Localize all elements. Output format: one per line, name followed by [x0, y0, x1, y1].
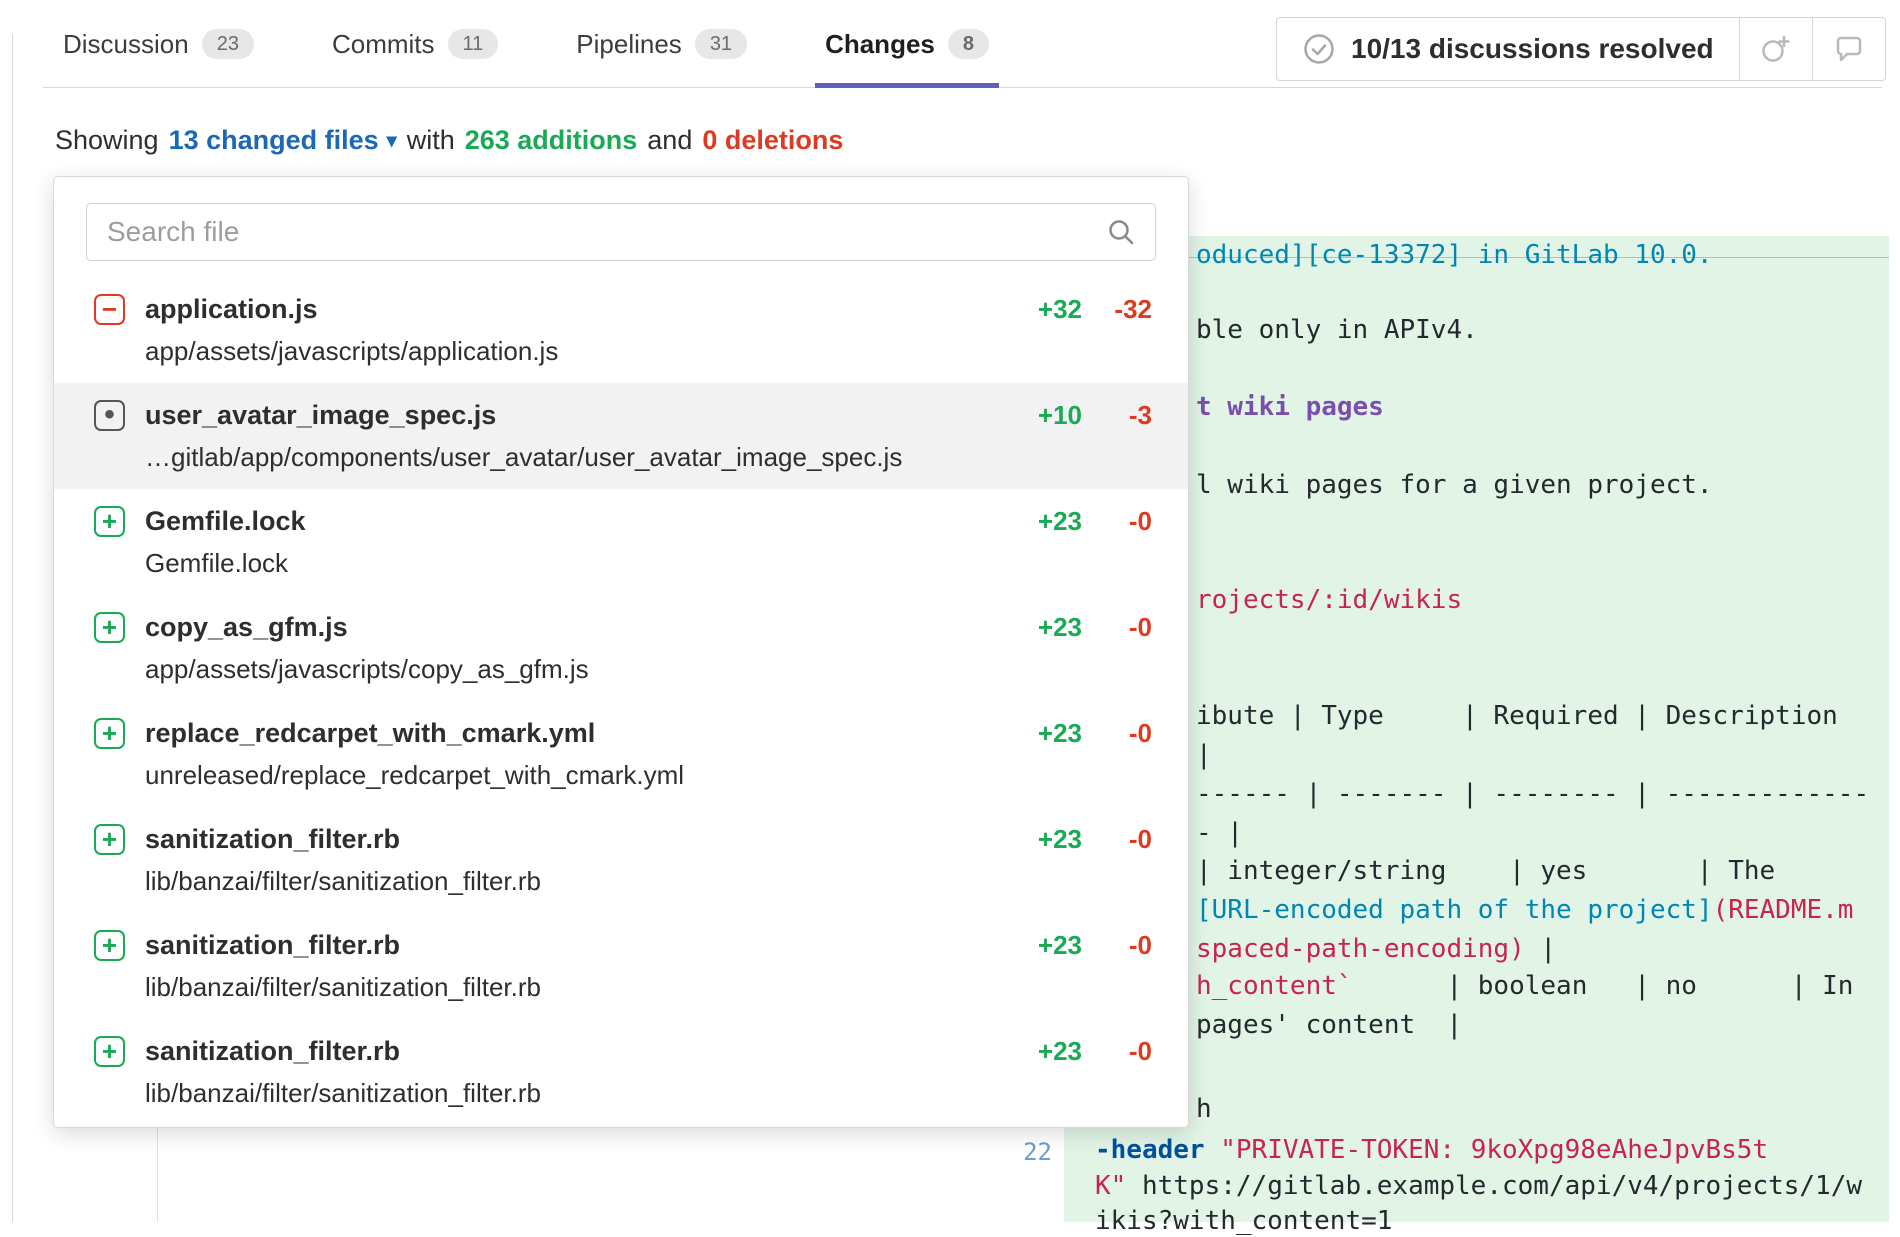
file-name: sanitization_filter.rb	[145, 824, 400, 855]
file-list-item[interactable]: + copy_as_gfm.js +23 -0 app/assets/javas…	[54, 595, 1188, 701]
file-list-item[interactable]: + sanitization_filter.rb +23 -0 lib/banz…	[54, 913, 1188, 1019]
file-name: sanitization_filter.rb	[145, 1036, 400, 1067]
file-list-item[interactable]: • user_avatar_image_spec.js +10 -3 …gitl…	[54, 383, 1188, 489]
diff-summary: Showing 13 changed files ▾ with 263 addi…	[55, 118, 843, 162]
file-status-icon: +	[94, 1036, 125, 1067]
diff-line-number[interactable]: 22	[980, 1138, 1052, 1166]
tab-changes-count-badge: 8	[948, 29, 989, 59]
tab-pipelines-count-badge: 31	[695, 29, 747, 59]
file-name: Gemfile.lock	[145, 506, 306, 537]
file-deletions-count: -0	[1094, 506, 1152, 537]
summary-showing: Showing	[55, 125, 159, 156]
file-deletions-count: -0	[1094, 930, 1152, 961]
file-additions-count: +23	[1016, 824, 1082, 855]
file-additions-count: +23	[1016, 612, 1082, 643]
file-status-icon: +	[94, 930, 125, 961]
discussions-resolved-text: 10/13 discussions resolved	[1351, 33, 1714, 65]
summary-deletions: 0 deletions	[702, 125, 843, 156]
file-additions-count: +23	[1016, 718, 1082, 749]
file-path: app/assets/javascripts/copy_as_gfm.js	[145, 649, 1152, 689]
changed-files-dropdown: − application.js +32 -32 app/assets/java…	[53, 176, 1189, 1128]
file-list-item[interactable]: + sanitization_filter.rb +23 -0 lib/banz…	[54, 1019, 1188, 1125]
file-additions-count: +23	[1016, 930, 1082, 961]
file-deletions-count: -0	[1094, 1036, 1152, 1067]
tab-commits[interactable]: Commits 11	[324, 0, 506, 88]
summary-and: and	[647, 125, 692, 156]
file-path: lib/banzai/filter/sanitization_filter.rb	[145, 967, 1152, 1007]
merge-request-tabs: Discussion 23 Commits 11 Pipelines 31 Ch…	[55, 0, 997, 88]
search-file-input[interactable]	[86, 203, 1156, 261]
tab-changes[interactable]: Changes 8	[817, 0, 997, 88]
file-additions-count: +23	[1016, 506, 1082, 537]
tab-commits-label: Commits	[332, 29, 435, 60]
caret-down-icon: ▾	[387, 128, 397, 153]
file-status-icon: +	[94, 612, 125, 643]
file-name: copy_as_gfm.js	[145, 612, 348, 643]
file-deletions-count: -32	[1094, 294, 1152, 325]
discussions-resolved-group: 10/13 discussions resolved	[1276, 17, 1886, 81]
file-additions-count: +32	[1016, 294, 1082, 325]
file-path: app/assets/javascripts/application.js	[145, 331, 1152, 371]
summary-with: with	[407, 125, 455, 156]
file-list-item[interactable]: + Gemfile.lock +23 -0 Gemfile.lock	[54, 489, 1188, 595]
changed-files-dropdown-toggle[interactable]: 13 changed files ▾	[169, 125, 397, 156]
file-name: replace_redcarpet_with_cmark.yml	[145, 718, 595, 749]
tab-pipelines[interactable]: Pipelines 31	[568, 0, 755, 88]
page-left-border	[12, 34, 13, 1222]
diff-pane-left-border	[157, 1128, 158, 1222]
file-list-item[interactable]: + replace_redcarpet_with_cmark.yml +23 -…	[54, 701, 1188, 807]
file-list-item[interactable]: − application.js +32 -32 app/assets/java…	[54, 277, 1188, 383]
resolve-in-new-issue-button[interactable]	[1740, 17, 1813, 81]
jump-to-next-discussion-button[interactable]	[1813, 17, 1886, 81]
file-deletions-count: -0	[1094, 824, 1152, 855]
tab-pipelines-label: Pipelines	[576, 29, 682, 60]
file-name: application.js	[145, 294, 318, 325]
file-path: unreleased/replace_redcarpet_with_cmark.…	[145, 755, 1152, 795]
file-name: sanitization_filter.rb	[145, 930, 400, 961]
file-deletions-count: -0	[1094, 718, 1152, 749]
file-deletions-count: -0	[1094, 612, 1152, 643]
changed-files-link-label: 13 changed files	[169, 125, 379, 156]
file-list-item[interactable]: + sanitization_filter.rb +23 -0 lib/banz…	[54, 807, 1188, 913]
tab-commits-count-badge: 11	[448, 29, 499, 59]
file-status-icon: −	[94, 294, 125, 325]
new-issue-icon	[1760, 33, 1792, 65]
file-additions-count: +10	[1016, 400, 1082, 431]
tab-discussion-label: Discussion	[63, 29, 189, 60]
tab-discussion-count-badge: 23	[202, 29, 254, 59]
file-status-icon: +	[94, 824, 125, 855]
tab-discussion[interactable]: Discussion 23	[55, 0, 262, 88]
tab-changes-label: Changes	[825, 29, 935, 60]
file-path: Gemfile.lock	[145, 543, 1152, 583]
file-status-icon: •	[94, 400, 125, 431]
comment-bubble-icon	[1833, 33, 1865, 65]
file-path: lib/banzai/filter/sanitization_filter.rb	[145, 861, 1152, 901]
search-icon	[1106, 217, 1136, 247]
file-search	[54, 177, 1188, 277]
file-additions-count: +23	[1016, 1036, 1082, 1067]
file-status-icon: +	[94, 506, 125, 537]
file-status-icon: +	[94, 718, 125, 749]
file-name: user_avatar_image_spec.js	[145, 400, 496, 431]
discussions-resolved-status: 10/13 discussions resolved	[1276, 17, 1740, 81]
check-circle-icon	[1302, 32, 1336, 66]
file-path: …gitlab/app/components/user_avatar/user_…	[145, 437, 1152, 477]
file-deletions-count: -3	[1094, 400, 1152, 431]
changed-files-list: − application.js +32 -32 app/assets/java…	[54, 277, 1188, 1125]
diff-section-divider	[1188, 257, 1889, 258]
summary-additions: 263 additions	[465, 125, 638, 156]
file-path: lib/banzai/filter/sanitization_filter.rb	[145, 1073, 1152, 1113]
